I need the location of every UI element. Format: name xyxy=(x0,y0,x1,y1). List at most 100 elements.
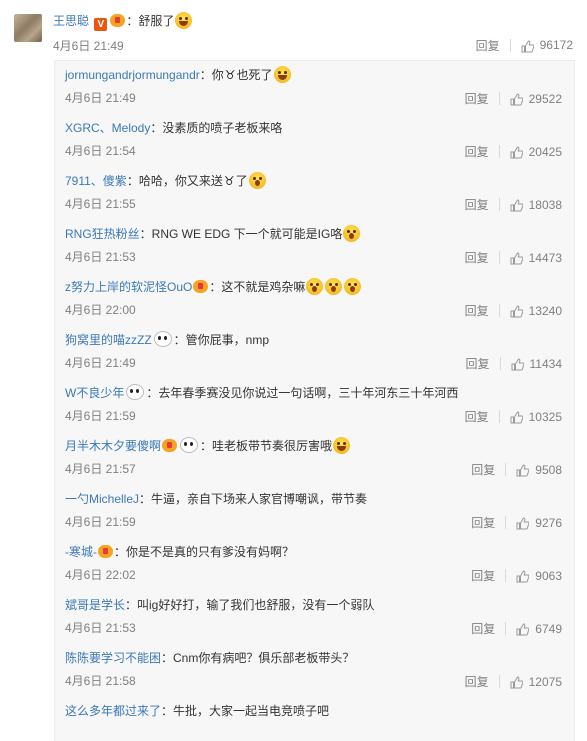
reply-text: RNG狂热粉丝：RNG WE EDG 下一个就可能是IG咯 xyxy=(65,225,361,243)
divider xyxy=(498,198,500,212)
reply-time: 4月6日 21:49 xyxy=(65,356,136,370)
vip-badge-icon: V xyxy=(94,18,108,31)
divider xyxy=(498,675,500,689)
reply-username[interactable]: 斌哥是学长 xyxy=(65,598,125,612)
reply-text: XGRC、Melody：没素质的喷子老板来咯 xyxy=(65,119,282,137)
reply-button[interactable]: 回复 xyxy=(471,462,495,478)
like-button[interactable]: 18038 xyxy=(510,197,562,213)
reply-username[interactable]: 狗窝里的喵zzZZ xyxy=(65,333,152,347)
reply-button[interactable]: 回复 xyxy=(466,356,490,372)
like-button[interactable]: 20425 xyxy=(510,144,562,160)
like-button[interactable]: 29522 xyxy=(510,91,562,107)
reply-time: 4月6日 21:58 xyxy=(65,674,136,688)
reply-content: ：哈哈，你又来送 xyxy=(126,174,223,188)
reply-button[interactable]: 回复 xyxy=(471,621,495,637)
reply-list: jormungandrjormungandr：你♉也死了 4月6日 21:49 … xyxy=(54,60,575,741)
reply-username[interactable]: -寒城- xyxy=(65,545,97,559)
reply-content: ：叫ig好好打，输了我们也舒服，没有一个弱队 xyxy=(125,598,375,612)
like-button[interactable]: 96172 xyxy=(521,38,573,52)
like-button[interactable]: 9508 xyxy=(516,462,562,478)
reply-username[interactable]: XGRC、Melody xyxy=(65,121,150,135)
reply-actions: 回复 9508 xyxy=(471,461,562,478)
reply-time: 4月6日 21:53 xyxy=(65,250,136,264)
reply-username[interactable]: W不良少年 xyxy=(65,386,124,400)
avatar[interactable] xyxy=(14,14,42,42)
reply-actions: 回复 9276 xyxy=(471,514,562,531)
reply-time: 4月6日 21:59 xyxy=(65,515,136,529)
like-count: 96172 xyxy=(539,38,573,53)
like-count: 9276 xyxy=(535,515,562,530)
reply-item: jormungandrjormungandr：你♉也死了 4月6日 21:49 … xyxy=(55,61,574,114)
reply-username[interactable]: 7911、傻紫 xyxy=(65,174,127,188)
like-count: 9508 xyxy=(535,462,562,477)
reply-username[interactable]: RNG狂热粉丝 xyxy=(65,227,140,241)
ox-icon: ♉ xyxy=(224,68,236,82)
reply-username[interactable]: 月半木木夕要傻啊 xyxy=(65,439,161,453)
like-count: 11434 xyxy=(529,356,562,371)
reply-button[interactable]: 回复 xyxy=(476,37,500,54)
thumb-up-icon xyxy=(521,40,534,53)
thumb-up-icon xyxy=(510,252,523,265)
panda-icon xyxy=(153,331,172,347)
surprise-emoji-icon xyxy=(306,278,324,295)
divider xyxy=(505,569,507,583)
thumb-up-icon xyxy=(510,199,523,212)
thumb-up-icon xyxy=(511,358,524,371)
like-button[interactable]: 13240 xyxy=(510,303,562,319)
surprise-emoji-icon xyxy=(248,172,266,189)
reply-username[interactable]: 一勺MichelleJ xyxy=(65,492,139,506)
main-comment-content: ：舒服了 xyxy=(126,14,175,28)
reply-button[interactable]: 回复 xyxy=(465,250,489,266)
divider xyxy=(505,516,507,530)
reply-button[interactable]: 回复 xyxy=(465,197,489,213)
like-count: 20425 xyxy=(528,144,562,159)
like-button[interactable]: 14473 xyxy=(510,250,562,266)
reply-text: z努力上岸的软泥怪OuO ：这不就是鸡杂嘛 xyxy=(65,278,362,296)
reply-button[interactable]: 回复 xyxy=(471,515,495,531)
like-button[interactable]: 6749 xyxy=(516,621,562,637)
reply-content: ：这不就是鸡杂嘛 xyxy=(209,280,306,294)
divider xyxy=(499,357,501,371)
main-comment-username[interactable]: 王思聪 xyxy=(53,14,89,28)
like-button[interactable]: 10325 xyxy=(510,409,562,425)
reply-content: ：你是不是真的只有爹没有妈啊？ xyxy=(114,545,295,559)
reply-actions: 回复 10325 xyxy=(465,408,562,425)
like-button[interactable]: 12075 xyxy=(510,674,562,690)
like-button[interactable]: 11434 xyxy=(511,356,562,372)
reply-time: 4月6日 21:59 xyxy=(65,409,136,423)
reply-username[interactable]: jormungandrjormungandr xyxy=(65,68,200,82)
reply-button[interactable]: 回复 xyxy=(465,144,489,160)
reply-button[interactable]: 回复 xyxy=(471,568,495,584)
like-count: 13240 xyxy=(528,303,562,318)
reply-button[interactable]: 回复 xyxy=(465,303,489,319)
reply-button[interactable]: 回复 xyxy=(465,674,489,690)
divider xyxy=(498,251,500,265)
like-button[interactable]: 9276 xyxy=(516,515,562,531)
reply-actions: 回复 14473 xyxy=(465,249,562,266)
like-button[interactable]: 9063 xyxy=(516,568,562,584)
reply-text: W不良少年 ：去年春季赛没见你说过一句话啊，三十年河东三十年河西 xyxy=(65,384,458,402)
reply-item: -寒城- ：你是不是真的只有爹没有妈啊？ 4月6日 22:02 回复 9063 xyxy=(55,538,574,591)
thumb-up-icon xyxy=(516,517,530,530)
reply-item: 7911、傻紫：哈哈，你又来送♉了 4月6日 21:55 回复 18038 xyxy=(55,167,574,220)
thumb-up-icon xyxy=(510,676,523,689)
main-comment-text: 王思聪 V ：舒服了 xyxy=(53,12,193,31)
reply-text: jormungandrjormungandr：你♉也死了 xyxy=(65,66,292,84)
reply-button[interactable]: 回复 xyxy=(465,409,489,425)
reply-username[interactable]: z努力上岸的软泥怪OuO xyxy=(65,280,192,294)
thumb-up-icon xyxy=(510,411,523,424)
reply-content: ：Cnm你有病吧？俱乐部老板带头？ xyxy=(161,651,355,665)
reply-time: 4月6日 21:57 xyxy=(65,462,136,476)
reply-username[interactable]: 陈陈要学习不能困 xyxy=(65,651,161,665)
reply-content: ：哇老板带节奏很厉害哦 xyxy=(200,439,333,453)
reply-content: ：你 xyxy=(199,68,224,82)
laugh-emoji-icon xyxy=(333,437,351,454)
divider xyxy=(505,463,507,477)
reply-text: 陈陈要学习不能困：Cnm你有病吧？俱乐部老板带头？ xyxy=(65,649,354,667)
reply-content: ：没素质的喷子老板来咯 xyxy=(150,121,283,135)
reply-button[interactable]: 回复 xyxy=(465,91,489,107)
medal-icon xyxy=(98,545,113,558)
reply-actions: 回复 13240 xyxy=(465,302,562,319)
laugh-emoji-icon xyxy=(175,12,193,29)
reply-username[interactable]: 这么多年都过来了 xyxy=(65,704,161,718)
